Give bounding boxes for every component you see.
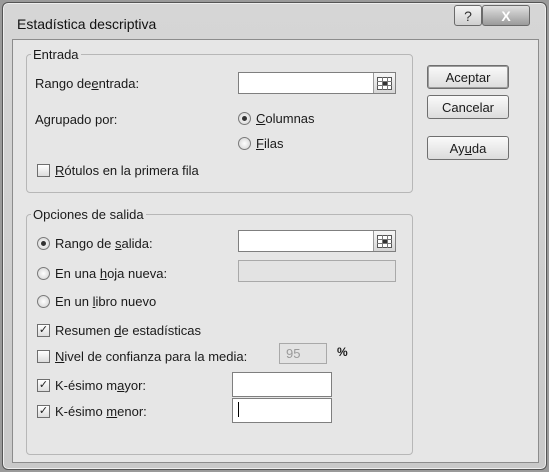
nivel-check-indicator[interactable] [37,350,50,363]
nivel-confianza-input[interactable]: 95 [279,343,327,364]
radio-hoja-nueva-label: En una hoja nueva: [55,266,168,281]
k-mayor-label: K-ésimo mayor: [55,378,147,393]
radio-libro-nuevo-label: En un libro nuevo [55,294,157,309]
dialog-window: Estadística descriptiva ? X Entrada Rang… [2,2,547,470]
k-menor-label: K-ésimo menor: [55,404,147,419]
resumen-check-indicator[interactable]: ✓ [37,324,50,337]
nivel-confianza-checkbox[interactable]: Nivel de confianza para la media: [37,349,247,364]
radio-libro-nuevo[interactable]: En un libro nuevo [37,294,156,309]
percent-sign: % [337,345,348,359]
radio-columnas-label: Columnas [256,111,315,126]
radio-rango-salida[interactable]: Rango de salida: [37,236,153,251]
dialog-title: Estadística descriptiva [17,16,157,32]
rotulos-check-indicator[interactable] [37,164,50,177]
radio-columnas[interactable]: Columnas [238,111,315,126]
hoja-nueva-input[interactable] [238,260,396,282]
nivel-label: Nivel de confianza para la media: [55,349,248,364]
range-select-icon [377,234,392,248]
radio-filas-label: Filas [256,136,284,151]
radio-filas-indicator[interactable] [238,137,251,150]
help-title-button[interactable]: ? [454,5,482,26]
close-button[interactable]: X [482,5,530,26]
range-select-icon [377,76,392,90]
k-mayor-checkbox[interactable]: ✓ K-ésimo mayor: [37,378,146,393]
resumen-label: Resumen de estadísticas [55,323,201,338]
rango-entrada-input[interactable] [238,72,396,94]
k-mayor-check-indicator[interactable]: ✓ [37,379,50,392]
cancelar-button[interactable]: Cancelar [427,95,509,119]
radio-libro-nuevo-indicator[interactable] [37,295,50,308]
k-menor-checkbox[interactable]: ✓ K-ésimo menor: [37,404,147,419]
k-menor-input[interactable] [232,398,332,423]
ayuda-button[interactable]: Ay u da [427,136,509,160]
rotulos-label: Rótulos en la primera fila [55,163,199,178]
entrada-legend: Entrada [33,47,79,62]
k-mayor-input[interactable] [232,372,332,397]
rotulos-checkbox[interactable]: Rótulos en la primera fila [37,163,199,178]
range-select-button[interactable] [373,73,395,93]
aceptar-button[interactable]: Aceptar [427,65,509,89]
resumen-checkbox[interactable]: ✓ Resumen de estadísticas [37,323,201,338]
agrupado-por-label: Agrupado por: [35,112,118,127]
radio-hoja-nueva[interactable]: En una hoja nueva: [37,266,167,281]
rango-entrada-label: Rango de e ntrada: [35,76,140,91]
dialog-client-area: Entrada Rango de e ntrada: Agrupado por: … [12,39,539,463]
radio-rango-salida-label: Rango de salida: [55,236,153,251]
rango-salida-input[interactable] [238,230,396,252]
range-select-button-salida[interactable] [373,231,395,251]
radio-filas[interactable]: Filas [238,136,283,151]
text-caret [238,402,239,417]
salida-legend: Opciones de salida [33,207,144,222]
radio-rango-salida-indicator[interactable] [37,237,50,250]
radio-hoja-nueva-indicator[interactable] [37,267,50,280]
k-menor-check-indicator[interactable]: ✓ [37,405,50,418]
radio-columnas-indicator[interactable] [238,112,251,125]
